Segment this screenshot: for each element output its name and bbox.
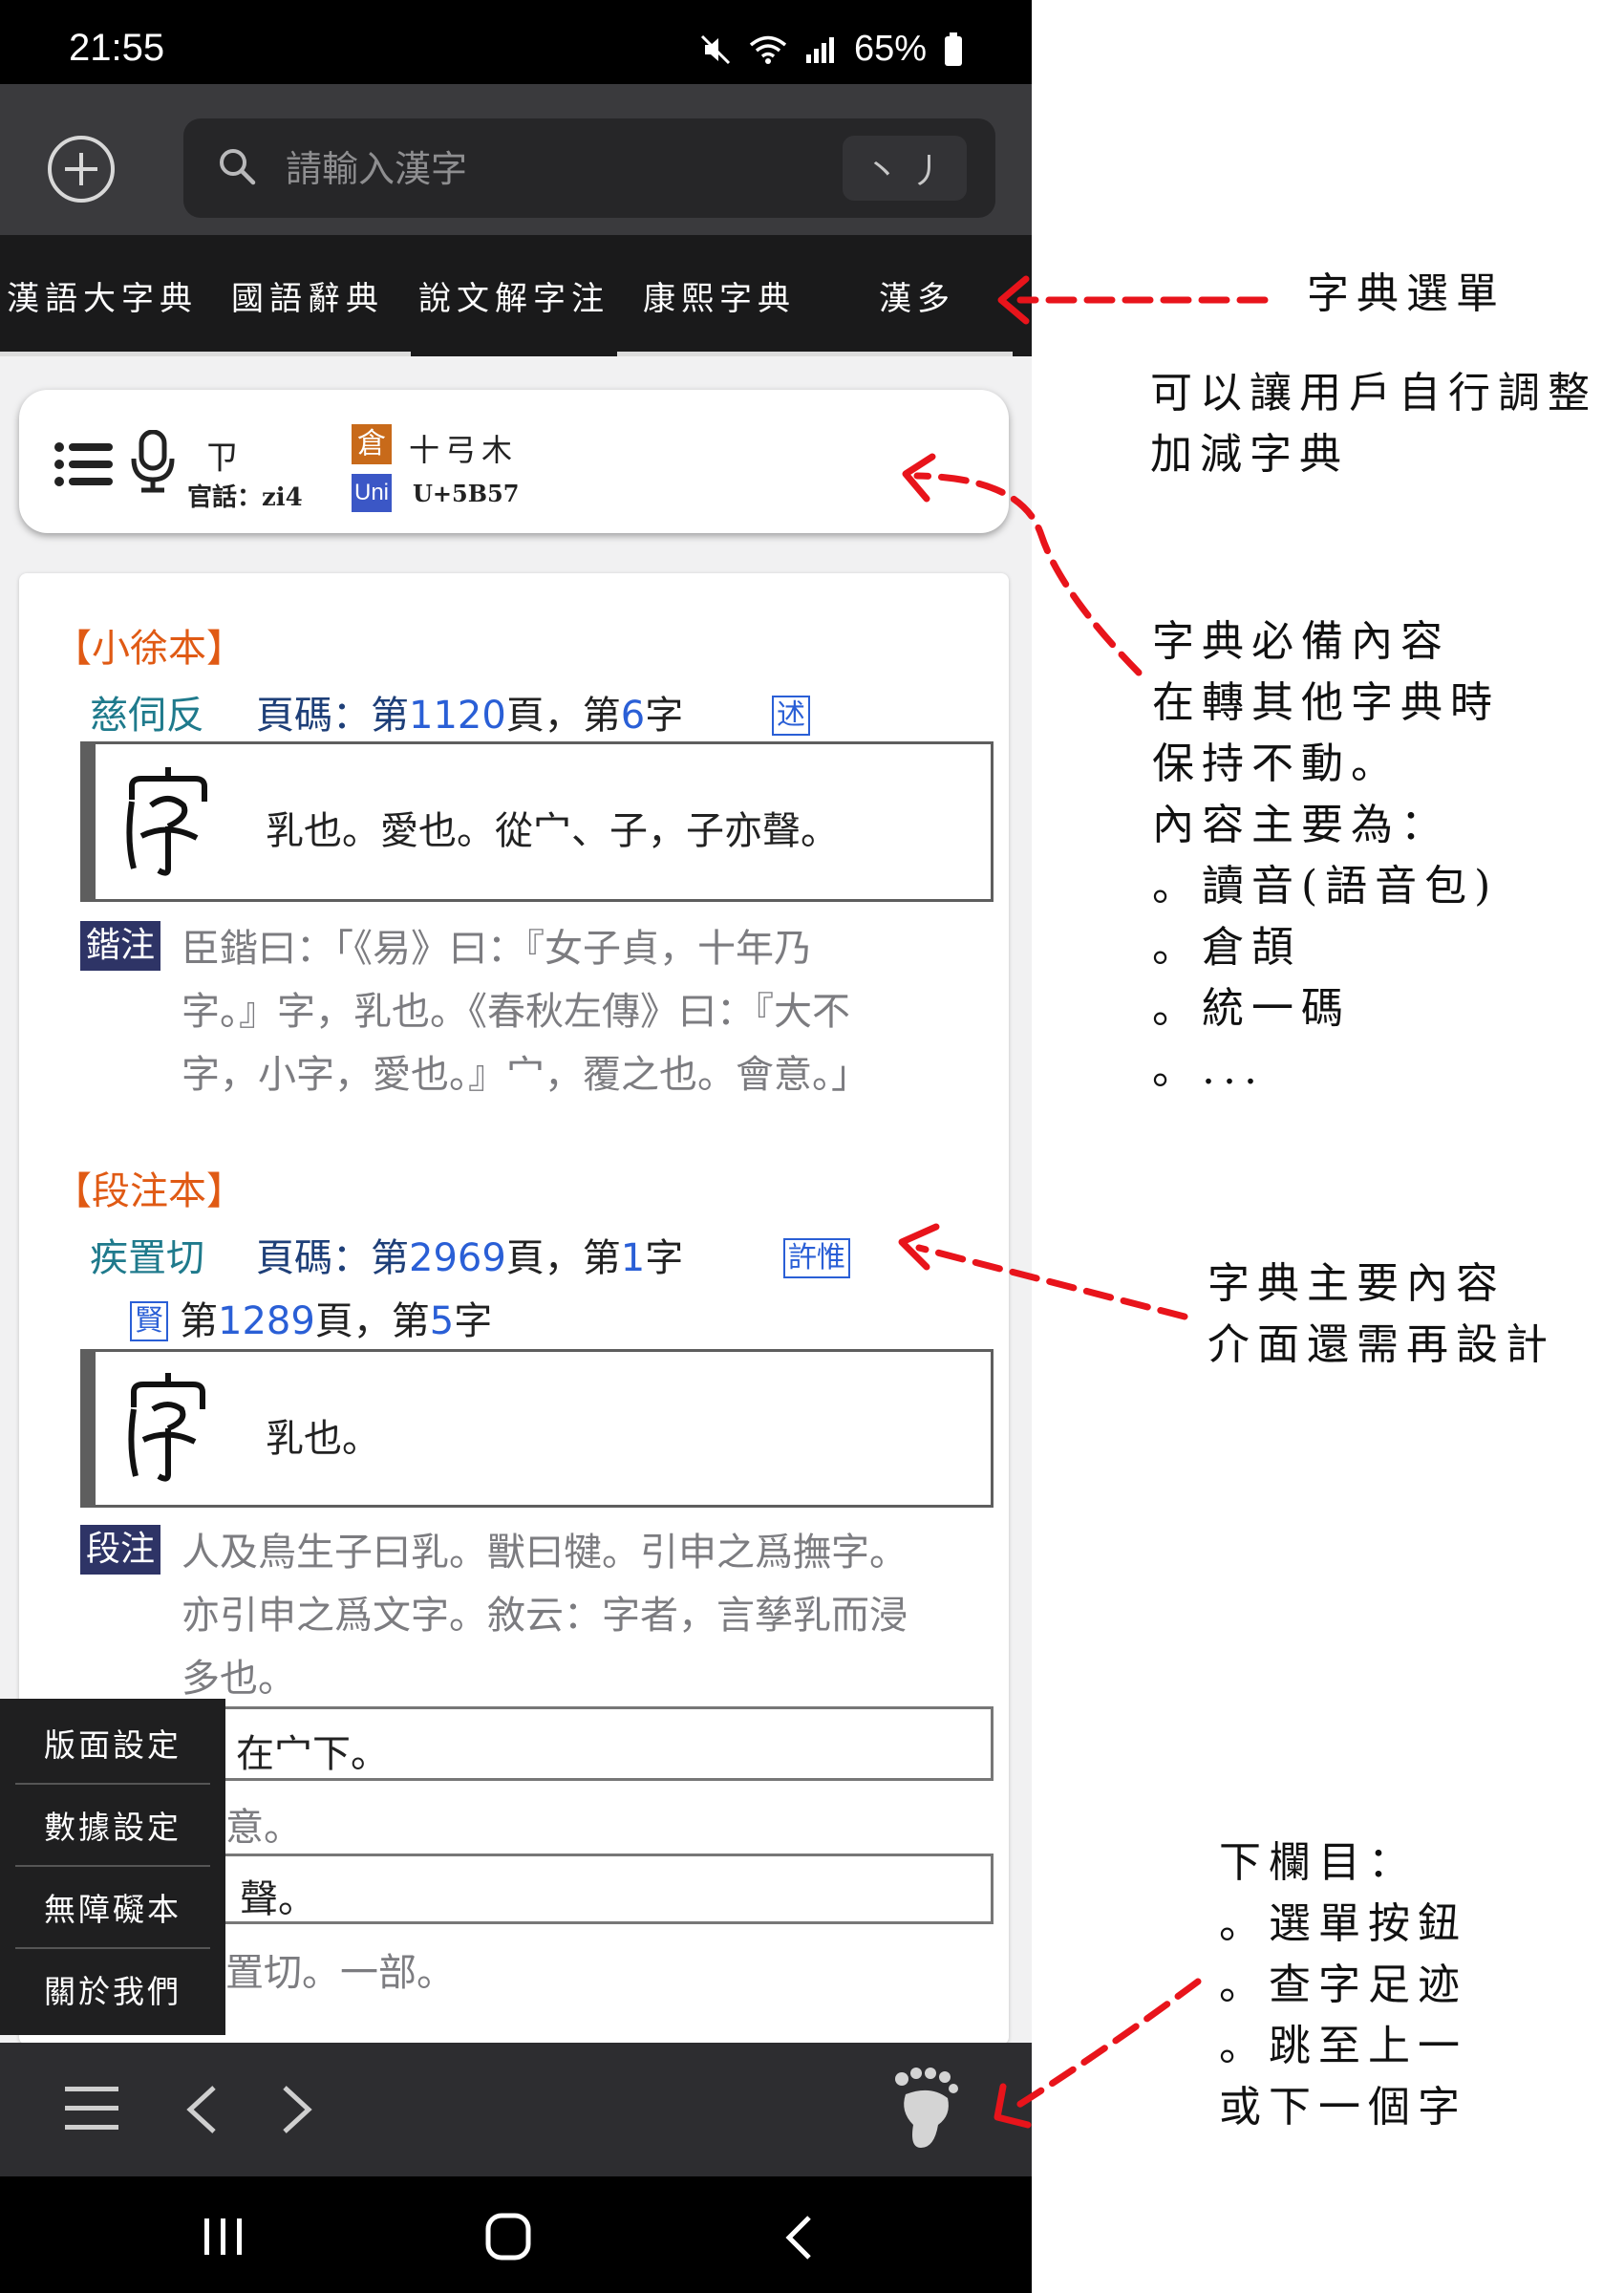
arrow-to-bottom-bar — [1011, 1978, 1202, 2111]
arrow-to-header-card — [913, 472, 1143, 676]
annotation-arrows — [898, 275, 1269, 2129]
arrow-to-content — [915, 1244, 1188, 1320]
